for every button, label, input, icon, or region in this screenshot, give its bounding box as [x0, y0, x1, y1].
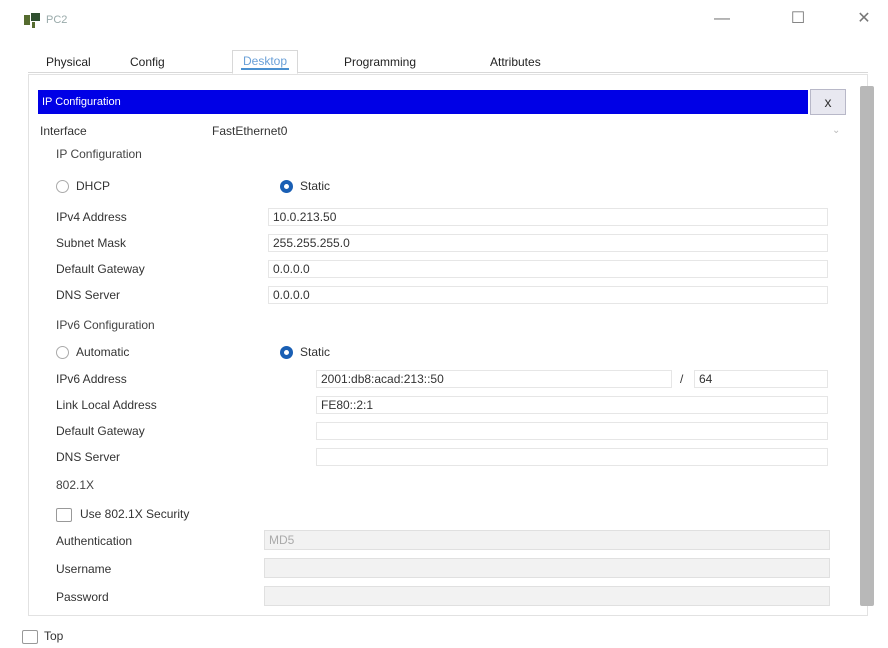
tab-config[interactable]: Config [120, 52, 175, 76]
password-input[interactable] [264, 586, 830, 606]
ipv4-address-input[interactable] [268, 208, 828, 226]
tab-programming[interactable]: Programming [334, 52, 426, 76]
authentication-value: MD5 [269, 533, 295, 547]
use-dot1x-checkbox[interactable] [56, 508, 72, 522]
top-checkbox[interactable] [22, 630, 38, 644]
dhcp-label: DHCP [76, 179, 111, 193]
interface-label: Interface [40, 124, 87, 138]
username-input[interactable] [264, 558, 830, 578]
use-dot1x-label: Use 802.1X Security [80, 507, 190, 521]
ipv6-dns-input[interactable] [316, 448, 828, 466]
top-label: Top [44, 629, 64, 643]
scrollbar[interactable] [860, 86, 874, 606]
ipv4-gateway-input[interactable] [268, 260, 828, 278]
ipv4-address-label: IPv4 Address [56, 210, 127, 224]
ipv6-gateway-input[interactable] [316, 422, 828, 440]
tab-attributes[interactable]: Attributes [480, 52, 551, 76]
minimize-button[interactable]: — [700, 6, 744, 32]
panel-title: IP Configuration [42, 96, 121, 108]
ipv6-address-label: IPv6 Address [56, 372, 127, 386]
close-window-button[interactable]: ✕ [842, 6, 886, 32]
ipv6-section-title: IPv6 Configuration [56, 318, 155, 332]
ipv6-address-input[interactable] [316, 370, 672, 388]
username-label: Username [56, 562, 112, 576]
password-label: Password [56, 590, 109, 604]
link-local-input[interactable] [316, 396, 828, 414]
ipv6-static-label: Static [300, 345, 331, 359]
maximize-button[interactable]: ☐ [776, 6, 820, 32]
interface-select[interactable]: FastEthernet0 [212, 124, 287, 138]
subnet-mask-input[interactable] [268, 234, 828, 252]
authentication-select[interactable]: MD5 [264, 530, 830, 550]
ipv6-automatic-radio[interactable] [56, 346, 69, 359]
ipv4-static-radio[interactable] [280, 180, 293, 193]
dot1x-section-title: 802.1X [56, 478, 95, 492]
link-local-label: Link Local Address [56, 398, 157, 412]
ipv6-prefix-input[interactable] [694, 370, 828, 388]
ipv6-prefix-separator: / [680, 372, 684, 386]
tab-desktop[interactable]: Desktop [232, 50, 299, 74]
ipv6-dns-label: DNS Server [56, 450, 121, 464]
tab-physical[interactable]: Physical [36, 52, 101, 76]
dhcp-radio[interactable] [56, 180, 69, 193]
ipv4-dns-input[interactable] [268, 286, 828, 304]
ipv4-dns-label: DNS Server [56, 288, 121, 302]
ipv4-gateway-label: Default Gateway [56, 262, 145, 276]
ipv6-gateway-label: Default Gateway [56, 424, 145, 438]
subnet-mask-label: Subnet Mask [56, 236, 127, 250]
panel-header [38, 90, 808, 114]
ipv6-automatic-label: Automatic [76, 345, 130, 359]
tab-bar: Physical Config Desktop Programming Attr… [28, 44, 868, 76]
ipv4-section-title: IP Configuration [56, 147, 142, 161]
ipv6-static-radio[interactable] [280, 346, 293, 359]
panel-close-button[interactable]: x [810, 89, 846, 115]
ipv4-static-label: Static [300, 179, 331, 193]
chevron-down-icon[interactable]: ⌄ [832, 125, 840, 136]
app-icon [22, 12, 44, 30]
window-title: PC2 [46, 14, 68, 26]
authentication-label: Authentication [56, 534, 133, 548]
